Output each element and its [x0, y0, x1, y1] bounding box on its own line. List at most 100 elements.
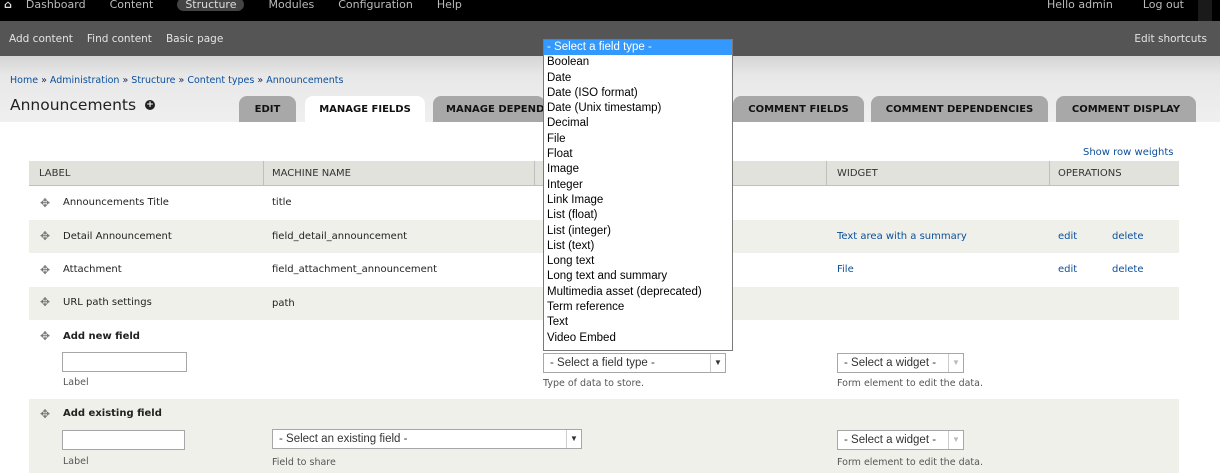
new-field-widget-value: - Select a widget - [844, 357, 937, 369]
breadcrumb-structure[interactable]: Structure [131, 75, 175, 86]
delete-link[interactable]: delete [1112, 231, 1144, 242]
widget-link[interactable]: File [837, 264, 854, 275]
new-field-label-hint: Label [63, 377, 89, 388]
dropdown-option[interactable]: List (integer) [544, 224, 732, 239]
chevron-down-icon: ▼ [710, 354, 725, 372]
toolbar-toggle-button[interactable] [1198, 0, 1212, 21]
existing-field-select-value: - Select an existing field - [279, 433, 408, 445]
dropdown-option[interactable]: Long text and summary [544, 269, 732, 284]
menu-help[interactable]: Help [437, 0, 462, 11]
column-divider [534, 161, 535, 186]
field-type-select[interactable]: - Select a field type - ▼ [543, 353, 726, 373]
widget-link[interactable]: Text area with a summary [837, 231, 967, 242]
drag-handle-icon[interactable]: ✥ [40, 329, 50, 343]
field-type-select-value: - Select a field type - [550, 357, 655, 369]
column-header-label: LABEL [39, 168, 71, 179]
menu-dashboard[interactable]: Dashboard [26, 0, 86, 11]
drag-handle-icon[interactable]: ✥ [40, 295, 50, 309]
dropdown-option[interactable]: Boolean [544, 55, 732, 70]
show-row-weights-link[interactable]: Show row weights [1083, 147, 1173, 158]
menu-modules[interactable]: Modules [268, 0, 314, 11]
field-label: URL path settings [63, 297, 152, 308]
dropdown-option[interactable]: Link Image [544, 193, 732, 208]
existing-field-select[interactable]: - Select an existing field - ▼ [272, 429, 582, 449]
field-machine-name: title [272, 197, 292, 208]
home-icon[interactable]: ⌂ [4, 0, 12, 11]
dropdown-option[interactable]: Date [544, 71, 732, 86]
new-field-label-input[interactable] [62, 352, 187, 372]
page-title-text: Announcements [10, 96, 137, 114]
dropdown-option[interactable]: Term reference [544, 300, 732, 315]
field-label: Announcements Title [63, 197, 169, 208]
column-header-machine-name: MACHINE NAME [272, 168, 351, 179]
shortcut-basic-page[interactable]: Basic page [166, 33, 223, 45]
dropdown-option[interactable]: Integer [544, 178, 732, 193]
logout-link[interactable]: Log out [1143, 0, 1184, 11]
column-divider [826, 161, 827, 186]
page-title: Announcements + [10, 96, 156, 114]
column-header-widget: WIDGET [837, 168, 878, 179]
tab-manage-dependencies[interactable]: MANAGE DEPENDENCIES [433, 96, 545, 122]
drag-handle-icon[interactable]: ✥ [40, 263, 50, 277]
existing-field-hint: Field to share [272, 457, 336, 468]
menu-structure[interactable]: Structure [177, 0, 245, 11]
dropdown-option[interactable]: Date (ISO format) [544, 86, 732, 101]
field-type-hint: Type of data to store. [543, 378, 645, 389]
edit-shortcuts-link[interactable]: Edit shortcuts [1134, 33, 1207, 45]
tab-edit[interactable]: EDIT [239, 96, 296, 122]
dropdown-option[interactable]: List (text) [544, 239, 732, 254]
breadcrumb: Home » Administration » Structure » Cont… [10, 75, 344, 86]
add-existing-field-row: ✥ Add existing field Label - Select an e… [29, 399, 1179, 473]
dropdown-option[interactable]: Date (Unix timestamp) [544, 101, 732, 116]
toolbar-user: Hello admin Log out [1017, 0, 1184, 14]
new-field-widget-hint: Form element to edit the data. [837, 378, 983, 389]
add-new-field-title: Add new field [63, 331, 140, 342]
breadcrumb-announcements[interactable]: Announcements [266, 75, 343, 86]
dropdown-option[interactable]: Multimedia asset (deprecated) [544, 285, 732, 300]
menu-configuration[interactable]: Configuration [338, 0, 413, 11]
dropdown-option[interactable]: File [544, 132, 732, 147]
field-label: Attachment [63, 264, 122, 275]
user-greeting[interactable]: Hello admin [1047, 0, 1113, 11]
tab-comment-dependencies[interactable]: COMMENT DEPENDENCIES [871, 96, 1048, 122]
tab-comment-fields[interactable]: COMMENT FIELDS [733, 96, 864, 122]
dropdown-option[interactable]: Image [544, 162, 732, 177]
new-field-widget-select[interactable]: - Select a widget - ▼ [837, 353, 964, 373]
existing-field-widget-value: - Select a widget - [844, 434, 937, 446]
field-machine-name: field_attachment_announcement [272, 264, 438, 275]
add-existing-field-title: Add existing field [63, 408, 162, 419]
shortcut-add-content[interactable]: Add content [9, 33, 73, 45]
breadcrumb-administration[interactable]: Administration [50, 75, 120, 86]
field-type-dropdown-list[interactable]: - Select a field type - Boolean Date Date (… [543, 39, 733, 351]
chevron-down-icon: ▼ [948, 354, 963, 372]
drag-handle-icon[interactable]: ✥ [40, 196, 50, 210]
dropdown-option[interactable]: List (float) [544, 208, 732, 223]
shortcut-find-content[interactable]: Find content [87, 33, 152, 45]
dropdown-option[interactable]: Video Embed [544, 331, 732, 346]
tab-manage-fields[interactable]: MANAGE FIELDS [305, 96, 425, 123]
column-divider [263, 161, 264, 186]
dropdown-option[interactable]: Float [544, 147, 732, 162]
delete-link[interactable]: delete [1112, 264, 1144, 275]
column-divider [1049, 161, 1050, 186]
dropdown-option[interactable]: Text [544, 315, 732, 330]
existing-field-widget-select[interactable]: - Select a widget - ▼ [837, 430, 964, 450]
edit-link[interactable]: edit [1058, 231, 1077, 242]
existing-field-label-input[interactable] [62, 430, 185, 450]
edit-link[interactable]: edit [1058, 264, 1077, 275]
dropdown-option[interactable]: Long text [544, 254, 732, 269]
breadcrumb-content-types[interactable]: Content types [187, 75, 254, 86]
existing-field-label-hint: Label [63, 456, 89, 467]
drag-handle-icon[interactable]: ✥ [40, 229, 50, 243]
dropdown-option[interactable]: - Select a field type - [544, 40, 732, 56]
tab-comment-display[interactable]: COMMENT DISPLAY [1056, 96, 1196, 122]
menu-content[interactable]: Content [110, 0, 154, 11]
breadcrumb-home[interactable]: Home [10, 75, 38, 86]
column-header-operations: OPERATIONS [1058, 168, 1122, 179]
plus-circle-icon[interactable]: + [145, 100, 156, 110]
field-machine-name: path [272, 298, 295, 309]
drag-handle-icon[interactable]: ✥ [40, 407, 50, 421]
dropdown-option[interactable]: Decimal [544, 116, 732, 131]
admin-toolbar: ⌂ Dashboard Content Structure Modules Co… [0, 0, 1220, 21]
toolbar-menu: ⌂ Dashboard Content Structure Modules Co… [0, 0, 486, 14]
